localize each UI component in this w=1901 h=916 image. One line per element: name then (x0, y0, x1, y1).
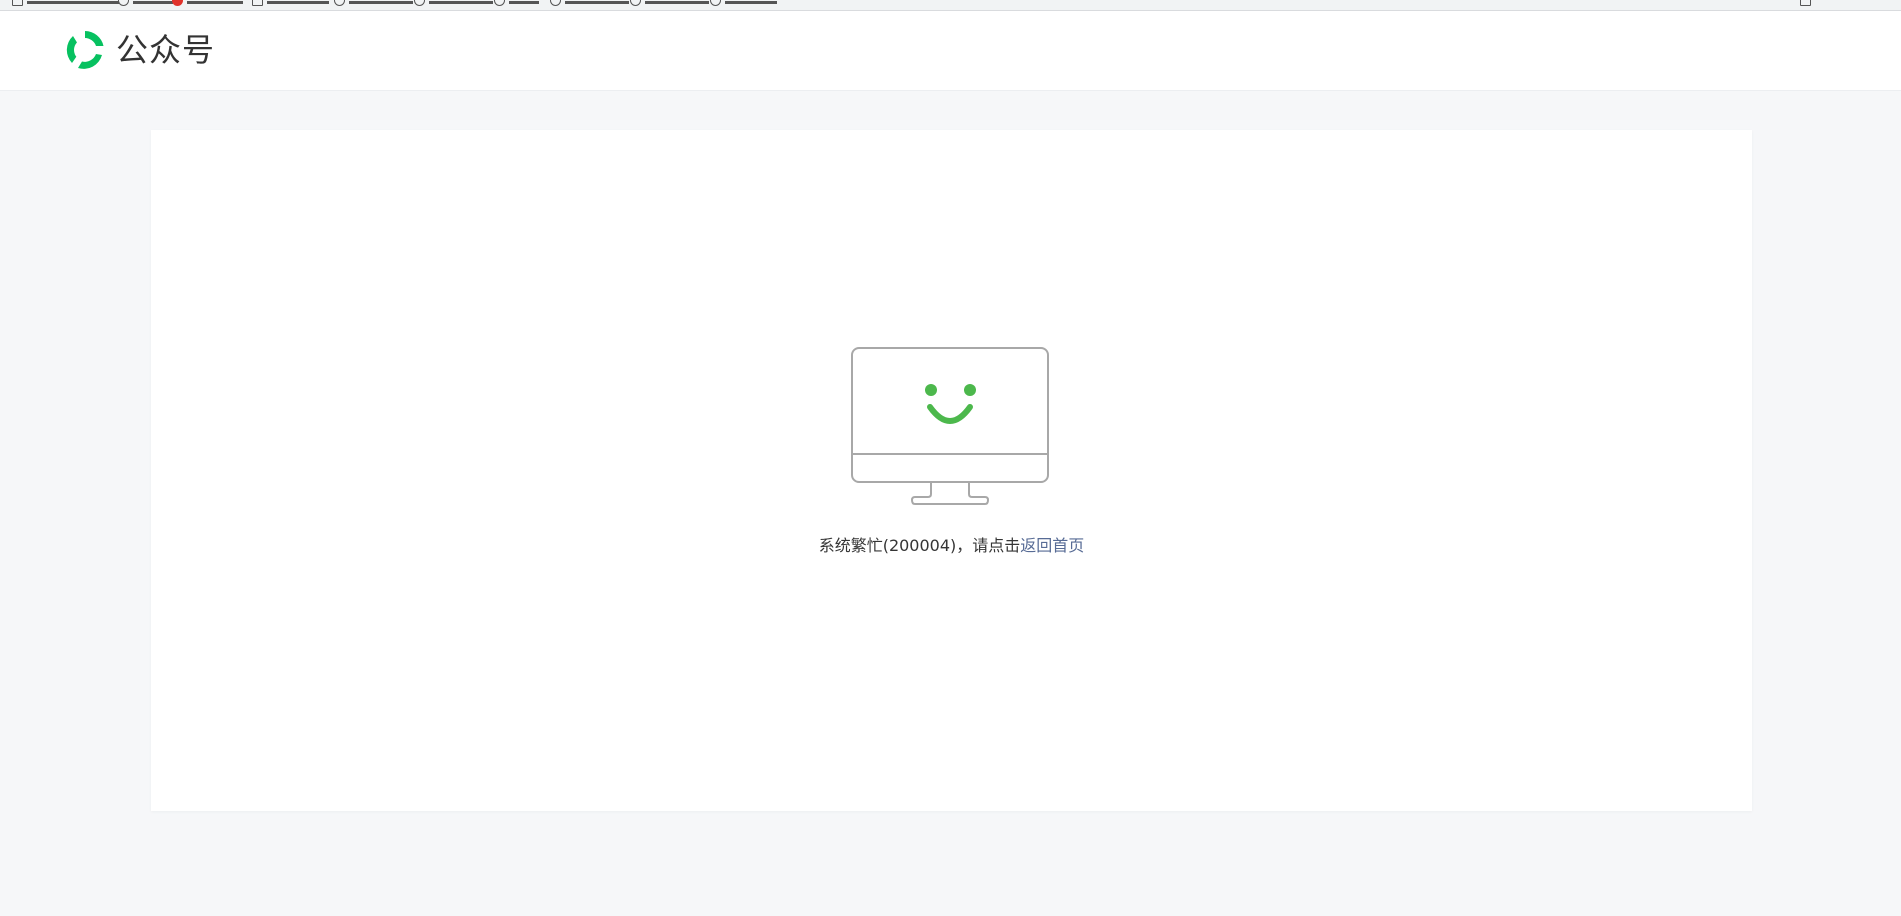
globe-icon (550, 0, 561, 6)
bookmark-item[interactable] (494, 0, 539, 8)
globe-icon (710, 0, 721, 6)
brand-name: 公众号 (116, 31, 216, 69)
bookmarks-bar (0, 0, 1901, 11)
globe-icon (334, 0, 345, 6)
globe-icon (494, 0, 505, 6)
bookmark-item[interactable] (414, 0, 493, 8)
globe-icon (414, 0, 425, 6)
bookmark-item[interactable] (630, 0, 709, 8)
bookmark-item[interactable] (550, 0, 629, 8)
bookmark-item[interactable] (252, 0, 329, 8)
monitor-smile-illustration (851, 347, 1049, 505)
wechat-official-account-logo-icon (66, 31, 104, 69)
bookmark-item[interactable] (334, 0, 413, 8)
error-card: 系统繁忙(200004)，请点击返回首页 (151, 130, 1752, 811)
brand-logo[interactable]: 公众号 (64, 29, 215, 71)
error-message-text: 系统繁忙(200004)，请点击 (818, 536, 1021, 555)
error-message: 系统繁忙(200004)，请点击返回首页 (151, 534, 1752, 558)
back-home-link[interactable]: 返回首页 (1020, 536, 1084, 555)
bookmark-item[interactable] (12, 0, 119, 8)
folder-icon (1800, 0, 1811, 6)
site-icon (172, 0, 183, 6)
bookmark-item[interactable] (118, 0, 173, 8)
monitor-screen (851, 347, 1049, 483)
smile-face-icon (925, 384, 976, 396)
bookmark-item[interactable] (172, 0, 243, 8)
bookmark-item[interactable] (1800, 0, 1815, 8)
folder-icon (12, 0, 23, 6)
page-header: 公众号 (0, 11, 1901, 90)
folder-icon (252, 0, 263, 6)
globe-icon (118, 0, 129, 6)
monitor-stand (910, 482, 990, 505)
globe-icon (630, 0, 641, 6)
smile-mouth (927, 404, 973, 424)
bookmark-item[interactable] (710, 0, 777, 8)
